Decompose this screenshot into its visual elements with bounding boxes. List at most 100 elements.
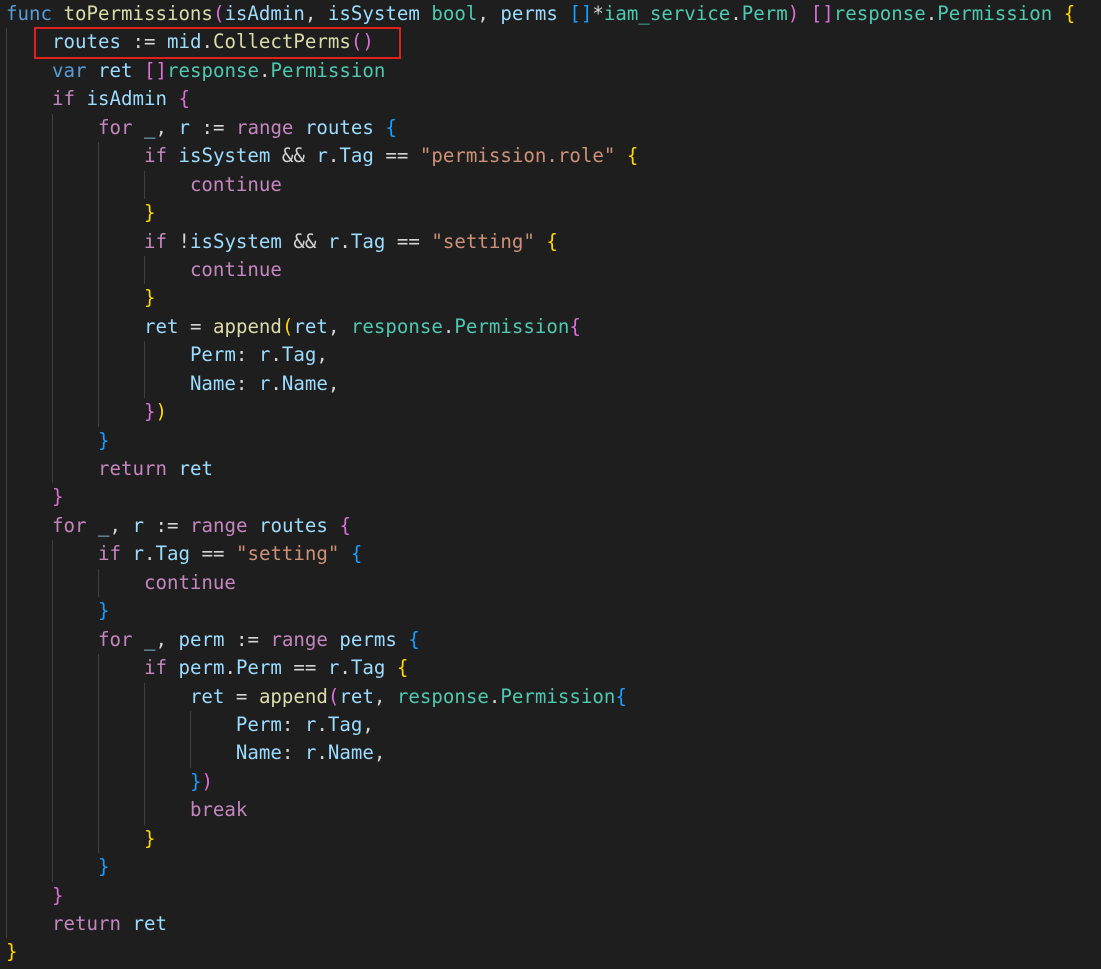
indent-guide [6,142,7,171]
code-token-default [420,2,432,25]
code-token-bracket3: [] [569,2,593,25]
code-token-variable: r [327,229,340,253]
code-token-variable: _ [97,513,110,537]
indent-guide [144,796,146,825]
code-line[interactable]: continue [6,170,1075,200]
code-token-variable: r [132,513,144,537]
code-token-bracket3: } [97,855,110,879]
indent-guide [6,227,7,256]
code-token-bracket3: { [385,115,397,139]
code-token-variable: r [327,656,340,680]
code-line[interactable]: } [6,938,1075,966]
code-line[interactable]: } [6,824,1075,854]
indent-guide [6,199,7,228]
code-line[interactable]: } [6,597,1075,626]
code-editor[interactable]: func toPermissions(isAdmin, isSystem boo… [0,0,1101,969]
indent-guide [6,767,7,797]
code-line[interactable]: func toPermissions(isAdmin, isSystem boo… [6,0,1075,28]
indent-guide [52,540,54,569]
code-line[interactable]: for _, perm := range perms { [6,625,1075,655]
code-line[interactable]: if isSystem && r.Tag == "permission.role… [6,142,1075,171]
code-line[interactable]: ret = append(ret, response.Permission{ [6,682,1075,711]
code-token-default: . [488,684,501,708]
code-token-type: bool [431,2,478,25]
indent-guide [98,284,100,313]
code-line[interactable]: if perm.Perm == r.Tag { [6,654,1075,683]
code-token-default: := [224,627,271,651]
code-token-variable: r [304,712,317,736]
code-line[interactable]: return ret [6,910,1075,939]
code-token-default: == [281,656,328,680]
code-line[interactable]: for _, r := range routes { [6,511,1075,541]
code-token-default: , [477,2,501,25]
code-token-variable: ret [143,314,179,338]
code-token-control: return [51,912,121,935]
indent-guide [98,341,100,370]
code-token-type: Permission [270,58,386,82]
indent-guide [6,426,7,455]
code-token-default: . [270,343,282,367]
code-line[interactable]: Perm: r.Tag, [6,341,1075,370]
code-line[interactable]: }) [6,767,1075,797]
code-token-type: response [833,2,926,25]
code-line[interactable]: Perm: r.Tag, [6,710,1075,740]
indent-guide [52,739,54,768]
indent-guide [52,853,54,882]
code-line[interactable]: } [6,853,1075,882]
code-area[interactable]: func toPermissions(isAdmin, isSystem boo… [6,0,1075,967]
code-token-function: append [258,684,328,708]
indent-guide [144,767,146,797]
code-line[interactable]: break [6,796,1075,825]
code-line[interactable]: routes := mid.CollectPerms() [6,28,1075,57]
indent-guide [52,341,54,370]
code-token-variable: ret [339,684,374,708]
code-line[interactable]: } [6,483,1075,512]
code-token-type: iam_service [603,2,731,25]
code-token-default [328,628,340,651]
code-token-bracket3: { [615,684,627,708]
code-line[interactable]: ret = append(ret, response.Permission{ [6,312,1075,342]
code-line[interactable]: if !isSystem && r.Tag == "setting" { [6,227,1075,256]
code-token-default [1052,2,1064,25]
code-token-default: , [155,627,179,651]
code-line[interactable]: continue [6,568,1075,598]
code-token-variable: r [258,371,271,395]
code-line[interactable]: } [6,426,1075,455]
code-token-default [86,59,98,82]
indent-guide [52,255,54,285]
code-token-bracket2: { [569,314,581,338]
code-token-default: . [201,30,213,54]
code-line[interactable]: Name: r.Name, [6,369,1075,399]
code-line[interactable]: for _, r := range routes { [6,113,1075,143]
code-line[interactable]: } [6,199,1075,228]
code-token-type: response [166,58,259,82]
code-token-default: . [143,542,156,566]
code-line[interactable]: }) [6,398,1075,427]
indent-guide [6,853,7,882]
code-token-default [121,912,133,935]
code-token-default: , [155,115,179,139]
indent-guide [98,369,100,399]
code-line[interactable]: } [6,284,1075,313]
indent-guide [6,312,7,342]
code-line[interactable]: return ret [6,455,1075,484]
code-line[interactable]: if r.Tag == "setting" { [6,540,1075,569]
indent-guide [6,483,7,512]
code-line[interactable]: var ret []response.Permission [6,56,1075,86]
indent-guide [52,682,54,711]
code-token-default: && [281,229,328,253]
code-line[interactable]: Name: r.Name, [6,739,1075,768]
code-token-default [121,542,133,565]
code-token-variable: Tag [350,229,386,253]
indent-guide [6,654,7,683]
code-line[interactable]: continue [6,255,1075,285]
indent-guide [98,142,100,171]
code-line[interactable]: } [6,881,1075,910]
code-line[interactable]: if isAdmin { [6,85,1075,114]
